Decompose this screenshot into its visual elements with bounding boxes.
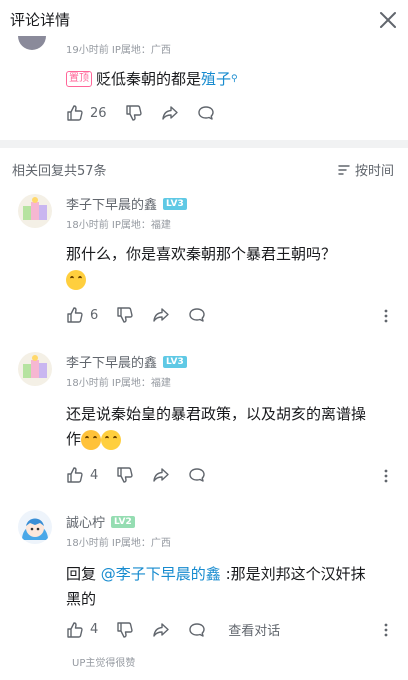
reply-text: 那什么，你是喜欢秦朝那个暴君王朝吗？ — [66, 242, 386, 292]
username[interactable]: 李子下早晨的鑫 LV3 — [66, 352, 187, 371]
reply-meta: 18小时前 IP属地：福建 — [66, 220, 171, 231]
avatar[interactable] — [18, 194, 52, 228]
sort-toggle[interactable]: 按时间 — [337, 160, 394, 179]
view-conversation-link[interactable]: 查看对话 — [228, 620, 280, 639]
like-count: 6 — [90, 307, 99, 323]
share-button[interactable] — [152, 621, 170, 639]
username-text: 誠心柠 — [66, 516, 106, 531]
list-item: 誠心柠 LV2 18小时前 IP属地：广西 回复 @李子下早晨的鑫 :那是刘邦这… — [0, 508, 408, 658]
crying-emoji-icon — [66, 269, 86, 290]
thumb-down-icon — [117, 621, 133, 638]
username[interactable]: 李子下早晨的鑫 LV3 — [66, 194, 187, 213]
close-icon[interactable] — [378, 10, 398, 30]
share-icon — [153, 308, 169, 322]
level-badge: LV3 — [163, 197, 187, 210]
comment-actions: 26 — [66, 104, 233, 122]
like-count: 4 — [90, 622, 99, 637]
reply-actions: 4 — [66, 466, 224, 484]
mention-link[interactable]: @李子下早晨的鑫 — [101, 565, 221, 583]
thumb-up-icon — [67, 467, 83, 483]
sort-icon — [338, 164, 350, 175]
reply-actions: 6 — [66, 306, 224, 324]
like-count: 26 — [90, 105, 107, 121]
thumb-down-icon — [117, 307, 133, 323]
comment-meta: 19小时前 IP属地：广西 — [66, 45, 171, 56]
search-icon: ⚲ — [231, 73, 238, 84]
level-badge: LV3 — [163, 355, 187, 368]
header: 评论详情 — [0, 0, 408, 40]
reply-prefix: 回复 — [66, 565, 101, 583]
thumb-down-icon — [117, 467, 133, 483]
reply-button[interactable] — [188, 466, 206, 484]
reply-text: 还是说秦始皇的暴君政策，以及胡亥的离谱操作 — [66, 402, 366, 452]
share-icon — [161, 106, 178, 120]
username-text: 李子下早晨的鑫 — [66, 198, 158, 213]
avatar[interactable] — [18, 352, 52, 386]
crying-emoji-icon — [101, 429, 122, 450]
like-button[interactable]: 6 — [66, 306, 98, 324]
share-icon — [153, 468, 169, 482]
comment-icon — [189, 622, 205, 637]
dislike-button[interactable] — [116, 621, 134, 639]
username-text: 李子下早晨的鑫 — [66, 356, 158, 371]
reply-text-content: 那什么，你是喜欢秦朝那个暴君王朝吗？ — [66, 245, 337, 263]
more-options-icon[interactable] — [378, 622, 394, 638]
thumb-down-icon — [125, 105, 142, 121]
like-button[interactable]: 4 — [66, 466, 98, 484]
share-button[interactable] — [161, 104, 179, 122]
page-title: 评论详情 — [10, 11, 71, 29]
comment-text-plain: 贬低秦朝的都是 — [96, 70, 202, 88]
section-divider — [0, 140, 408, 148]
up-liked-label: UP主觉得很赞 — [72, 658, 136, 669]
thumb-up-icon — [67, 105, 83, 121]
replies-header: 相关回复共57条 按时间 — [0, 148, 408, 188]
avatar[interactable] — [18, 510, 52, 544]
comment-icon — [189, 468, 205, 482]
like-button[interactable]: 4 — [66, 621, 98, 639]
more-options-icon[interactable] — [378, 308, 394, 324]
list-item: 李子下早晨的鑫 LV3 18小时前 IP属地：福建 还是说秦始皇的暴君政策，以及… — [0, 348, 408, 500]
share-icon — [153, 622, 169, 637]
reply-meta: 18小时前 IP属地：福建 — [66, 378, 171, 389]
pinned-badge: 置顶 — [66, 70, 92, 87]
reply-button[interactable] — [188, 621, 206, 639]
reply-text: 回复 @李子下早晨的鑫 :那是刘邦这个汉奸抹黑的 — [66, 562, 366, 612]
sort-label: 按时间 — [354, 164, 394, 179]
level-badge: LV2 — [111, 515, 135, 528]
comment-icon — [197, 106, 214, 120]
dislike-button[interactable] — [116, 466, 134, 484]
like-count: 4 — [90, 467, 99, 483]
reply-count: 相关回复共57条 — [12, 164, 107, 179]
like-button[interactable]: 26 — [66, 104, 107, 122]
more-options-icon[interactable] — [378, 468, 394, 484]
share-button[interactable] — [152, 466, 170, 484]
search-keyword-link[interactable]: 殖子 — [201, 68, 231, 89]
reply-button[interactable] — [188, 306, 206, 324]
reply-button[interactable] — [197, 104, 215, 122]
avatar[interactable] — [18, 36, 46, 50]
list-item: 李子下早晨的鑫 LV3 18小时前 IP属地：福建 那什么，你是喜欢秦朝那个暴君… — [0, 190, 408, 340]
reply-actions: 4 查看对话 — [66, 620, 280, 639]
thumb-up-icon — [67, 307, 83, 323]
comment-icon — [189, 308, 205, 322]
share-button[interactable] — [152, 306, 170, 324]
username[interactable]: 誠心柠 LV2 — [66, 512, 135, 531]
comment-text: 置顶 贬低秦朝的都是 殖子 ⚲ — [66, 68, 238, 89]
dislike-button[interactable] — [125, 104, 143, 122]
reply-meta: 18小时前 IP属地：广西 — [66, 538, 171, 549]
dislike-button[interactable] — [116, 306, 134, 324]
thinking-emoji-icon — [81, 429, 102, 450]
thumb-up-icon — [67, 621, 83, 638]
